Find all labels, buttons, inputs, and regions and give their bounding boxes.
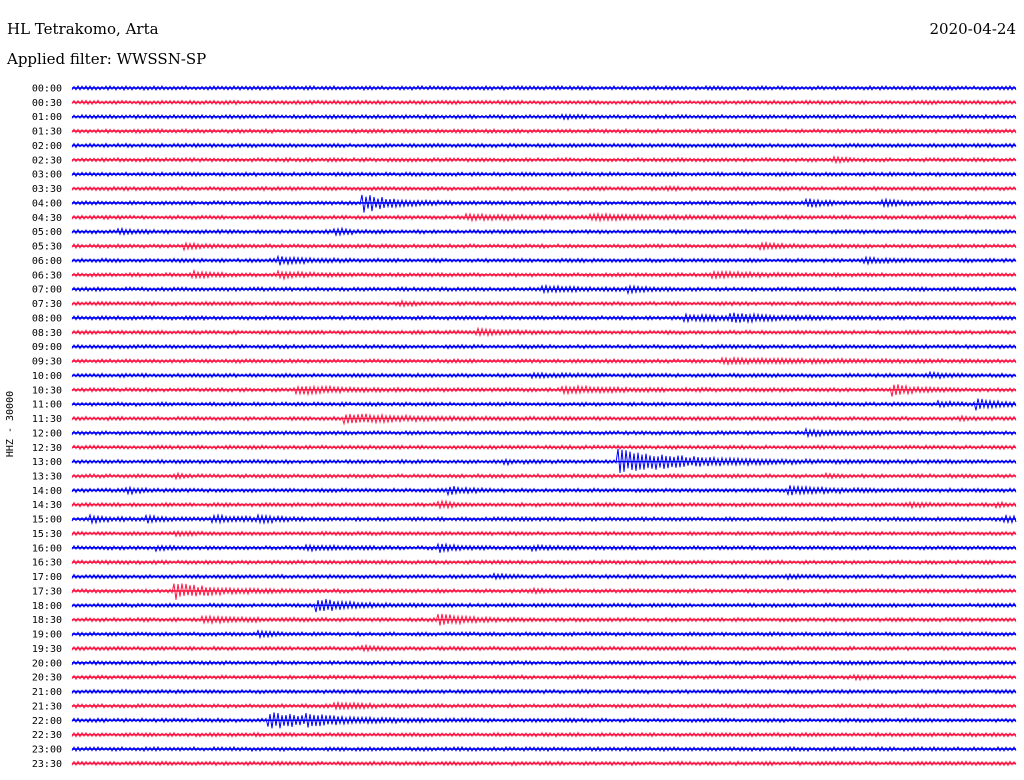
row-time-label: 21:00 bbox=[32, 687, 62, 698]
row-time-label: 12:00 bbox=[32, 428, 62, 439]
row-time-label: 23:00 bbox=[32, 745, 62, 756]
row-time-label: 17:00 bbox=[32, 572, 62, 583]
row-time-label: 10:00 bbox=[32, 371, 62, 382]
seismic-traces bbox=[71, 84, 1017, 767]
row-time-label: 22:00 bbox=[32, 716, 62, 727]
row-time-label: 18:00 bbox=[32, 601, 62, 612]
row-time-label: 18:30 bbox=[32, 615, 62, 626]
row-time-label: 20:30 bbox=[32, 673, 62, 684]
row-time-label: 15:30 bbox=[32, 529, 62, 540]
row-time-label: 00:30 bbox=[32, 98, 62, 109]
row-time-label: 17:30 bbox=[32, 586, 62, 597]
row-time-label: 05:30 bbox=[32, 242, 62, 253]
row-labels: 00:00 00:30 01:00 01:30 02:00 02:30 03:00 03:30… bbox=[32, 84, 62, 770]
row-time-label: 07:30 bbox=[32, 299, 62, 310]
row-time-label: 22:30 bbox=[32, 730, 62, 741]
row-time-label: 13:30 bbox=[32, 471, 62, 482]
row-time-label: 09:00 bbox=[32, 342, 62, 353]
row-time-label: 23:30 bbox=[32, 759, 62, 770]
row-time-label: 07:00 bbox=[32, 285, 62, 296]
row-time-label: 01:30 bbox=[32, 127, 62, 138]
row-time-label: 05:00 bbox=[32, 227, 62, 238]
row-time-label: 16:30 bbox=[32, 558, 62, 569]
row-time-label: 15:00 bbox=[32, 515, 62, 526]
row-time-label: 13:00 bbox=[32, 457, 62, 468]
row-time-label: 08:30 bbox=[32, 328, 62, 339]
row-time-label: 14:00 bbox=[32, 486, 62, 497]
row-time-label: 03:30 bbox=[32, 184, 62, 195]
row-time-label: 11:30 bbox=[32, 414, 62, 425]
row-time-label: 21:30 bbox=[32, 701, 62, 712]
row-time-label: 12:30 bbox=[32, 443, 62, 454]
row-time-label: 14:30 bbox=[32, 500, 62, 511]
row-time-label: 09:30 bbox=[32, 357, 62, 368]
row-time-label: 02:30 bbox=[32, 155, 62, 166]
row-time-label: 02:00 bbox=[32, 141, 62, 152]
row-time-label: 16:00 bbox=[32, 543, 62, 554]
row-time-label: 01:00 bbox=[32, 112, 62, 123]
row-time-label: 04:30 bbox=[32, 213, 62, 224]
row-time-label: 10:30 bbox=[32, 385, 62, 396]
row-time-label: 19:00 bbox=[32, 630, 62, 641]
row-time-label: 04:00 bbox=[32, 198, 62, 209]
row-time-label: 19:30 bbox=[32, 644, 62, 655]
y-axis-label: HHZ - 30000 bbox=[5, 391, 16, 457]
row-time-label: 00:00 bbox=[32, 84, 62, 95]
helicorder-chart: 00:00 00:30 01:00 01:30 02:00 02:30 03:00 03:30… bbox=[5, 84, 1017, 770]
row-time-label: 08:00 bbox=[32, 313, 62, 324]
row-time-label: 20:00 bbox=[32, 658, 62, 669]
row-time-label: 11:00 bbox=[32, 400, 62, 411]
row-time-label: 03:00 bbox=[32, 170, 62, 181]
row-time-label: 06:00 bbox=[32, 256, 62, 267]
row-time-label: 06:30 bbox=[32, 270, 62, 281]
